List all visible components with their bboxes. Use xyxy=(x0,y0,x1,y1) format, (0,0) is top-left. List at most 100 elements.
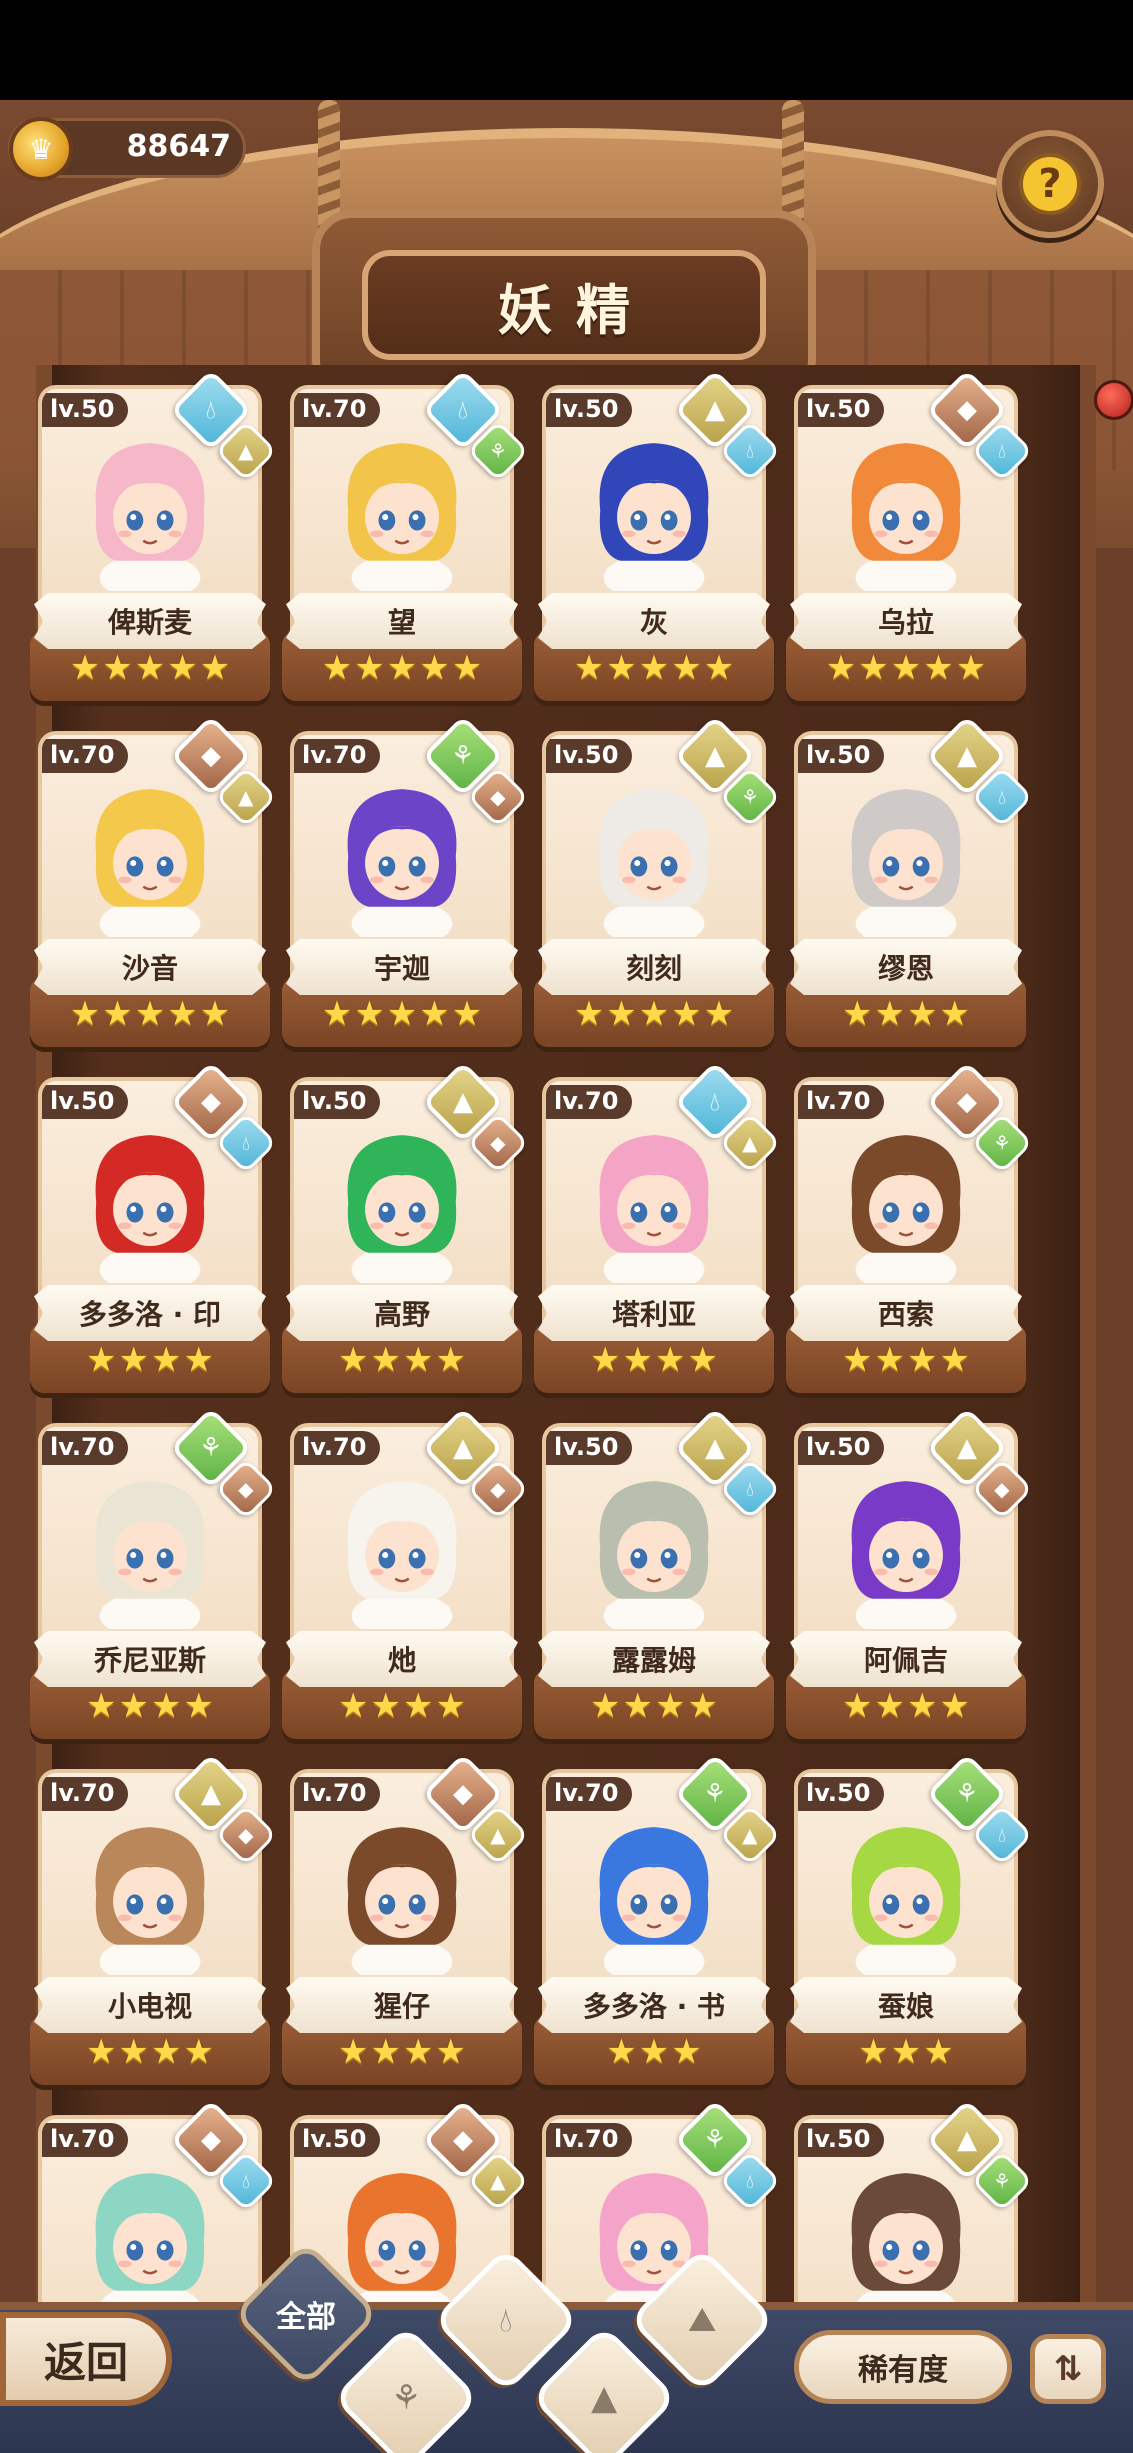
fairy-card[interactable]: lv.70 ⚘ ◆ 宇迦 ★ ★ ★ ★ ★ xyxy=(282,714,530,1053)
fairy-card[interactable]: lv.50 ◆ 💧︎ 乌拉 ★ ★ ★ ★ ★ xyxy=(786,368,1034,707)
fairy-card[interactable]: lv.50 💧︎ ▲ 俾斯麦 ★ ★ ★ ★ ★ xyxy=(30,368,278,707)
star-icon: ★ xyxy=(858,2032,889,2072)
crown-coin-icon: ♛ xyxy=(9,117,73,181)
star-icon: ★ xyxy=(321,648,353,688)
fairy-portrait xyxy=(851,443,961,591)
fairy-name: 乔尼亚斯 xyxy=(93,1644,206,1677)
fairy-name: 刻刻 xyxy=(625,952,682,985)
fairy-portrait xyxy=(599,443,709,591)
star-rating: ★ ★ ★ xyxy=(534,2027,774,2077)
star-icon: ★ xyxy=(451,994,483,1034)
star-icon: ★ xyxy=(939,1686,970,1726)
star-icon: ★ xyxy=(321,994,353,1034)
star-icon: ★ xyxy=(703,648,735,688)
fairy-name: 蚕娘 xyxy=(877,1990,934,2023)
fairy-card[interactable]: lv.50 ▲ ⚘ 刻刻 ★ ★ ★ ★ ★ xyxy=(534,714,782,1053)
star-rating: ★ ★ ★ ★ xyxy=(30,1335,270,1385)
star-rating: ★ ★ ★ ★ xyxy=(30,2027,270,2077)
star-icon: ★ xyxy=(638,648,670,688)
fairy-portrait xyxy=(599,1827,709,1975)
star-icon: ★ xyxy=(825,648,857,688)
star-rating: ★ ★ ★ ★ ★ xyxy=(282,989,522,1039)
star-icon: ★ xyxy=(573,648,605,688)
level-badge: lv.50 xyxy=(798,1431,885,1465)
back-button[interactable]: 返回 xyxy=(0,2312,172,2406)
star-icon: ★ xyxy=(419,994,450,1034)
fairy-card[interactable]: lv.50 ▲ 💧︎ 缪恩 ★ ★ ★ ★ xyxy=(786,714,1034,1053)
star-icon: ★ xyxy=(118,1686,149,1726)
star-icon: ★ xyxy=(338,1340,369,1380)
star-icon: ★ xyxy=(86,2032,117,2072)
fairy-portrait xyxy=(851,789,961,937)
name-ribbon: 宇迦 xyxy=(286,939,518,995)
fairy-portrait xyxy=(95,1827,205,1975)
fairy-card[interactable]: lv.50 ▲ 💧︎ 灰 ★ ★ ★ ★ ★ xyxy=(534,368,782,707)
fairy-name: 高野 xyxy=(373,1298,430,1331)
star-rating: ★ ★ ★ ★ ★ xyxy=(30,643,270,693)
fairy-card[interactable]: lv.70 💧︎ ▲ 塔利亚 ★ ★ ★ ★ xyxy=(534,1060,782,1399)
fairy-card[interactable]: lv.70 💧︎ ⚘ 望 ★ ★ ★ ★ ★ xyxy=(282,368,530,707)
name-ribbon: 塔利亚 xyxy=(538,1285,770,1341)
fairy-portrait xyxy=(95,2173,205,2321)
fairy-card[interactable]: lv.50 ▲ ◆ 高野 ★ ★ ★ ★ xyxy=(282,1060,530,1399)
peak-icon: ⛰︎ xyxy=(687,2300,717,2340)
star-icon: ★ xyxy=(451,648,483,688)
name-ribbon: 缪恩 xyxy=(790,939,1022,995)
level-badge: lv.70 xyxy=(294,1777,381,1811)
star-icon: ★ xyxy=(923,648,954,688)
star-icon: ★ xyxy=(435,1340,466,1380)
fairy-card[interactable]: lv.50 ▲ 💧︎ 露露姆 ★ ★ ★ ★ xyxy=(534,1406,782,1745)
fairy-card[interactable]: lv.70 ◆ ▲ 沙音 ★ ★ ★ ★ ★ xyxy=(30,714,278,1053)
star-icon: ★ xyxy=(655,1686,686,1726)
star-icon: ★ xyxy=(403,1686,434,1726)
star-rating: ★ ★ ★ ★ xyxy=(282,2027,522,2077)
name-ribbon: 蚕娘 xyxy=(790,1977,1022,2033)
fairy-portrait xyxy=(851,2173,961,2321)
fairy-portrait xyxy=(95,1135,205,1283)
star-icon: ★ xyxy=(687,1340,718,1380)
level-badge: lv.50 xyxy=(294,2123,381,2157)
fairy-portrait xyxy=(95,789,205,937)
fairy-card[interactable]: lv.70 ▲ ◆ 灺 ★ ★ ★ ★ xyxy=(282,1406,530,1745)
star-icon: ★ xyxy=(606,648,637,688)
fairy-portrait xyxy=(347,443,457,591)
name-ribbon: 西索 xyxy=(790,1285,1022,1341)
fairy-portrait xyxy=(347,789,457,937)
fairy-card[interactable]: lv.70 ◆ ⚘ 西索 ★ ★ ★ ★ xyxy=(786,1060,1034,1399)
star-icon: ★ xyxy=(370,2032,401,2072)
star-icon: ★ xyxy=(370,1340,401,1380)
fairy-name: 沙音 xyxy=(121,952,178,985)
star-icon: ★ xyxy=(386,994,418,1034)
star-rating: ★ ★ ★ ★ xyxy=(282,1681,522,1731)
fairy-portrait xyxy=(95,443,205,591)
fairy-card[interactable]: lv.70 ⚘ ◆ 乔尼亚斯 ★ ★ ★ ★ xyxy=(30,1406,278,1745)
fairy-portrait xyxy=(347,1827,457,1975)
fairy-name: 缪恩 xyxy=(877,952,934,985)
fairy-card[interactable]: lv.70 ◆ ▲ 猩仔 ★ ★ ★ ★ xyxy=(282,1752,530,2091)
star-icon: ★ xyxy=(842,1686,873,1726)
page-title: 妖精 xyxy=(498,278,654,342)
fairy-card[interactable]: lv.50 ⚘ 💧︎ 蚕娘 ★ ★ ★ xyxy=(786,1752,1034,2091)
star-icon: ★ xyxy=(939,994,970,1034)
star-icon: ★ xyxy=(134,648,166,688)
fairy-card[interactable]: lv.70 ▲ ◆ 小电视 ★ ★ ★ ★ xyxy=(30,1752,278,2091)
star-rating: ★ ★ ★ ★ ★ xyxy=(786,643,1026,693)
star-icon: ★ xyxy=(939,1340,970,1380)
coin-value: 88647 xyxy=(126,129,231,164)
star-rating: ★ ★ ★ ★ xyxy=(786,989,1026,1039)
star-icon: ★ xyxy=(842,994,873,1034)
fairy-card[interactable]: lv.50 ▲ ◆ 阿佩吉 ★ ★ ★ ★ xyxy=(786,1406,1034,1745)
sort-icon[interactable]: ⇅ xyxy=(1030,2334,1106,2404)
star-icon: ★ xyxy=(86,1686,117,1726)
fairy-portrait xyxy=(599,1135,709,1283)
star-icon: ★ xyxy=(118,2032,149,2072)
fairy-card[interactable]: lv.50 ◆ 💧︎ 多多洛 · 印 ★ ★ ★ ★ xyxy=(30,1060,278,1399)
star-icon: ★ xyxy=(655,1340,686,1380)
rarity-sort-button[interactable]: 稀有度 xyxy=(794,2330,1012,2404)
star-icon: ★ xyxy=(167,648,198,688)
fairy-card[interactable]: lv.70 ⚘ ▲ 多多洛 · 书 ★ ★ ★ xyxy=(534,1752,782,2091)
star-icon: ★ xyxy=(874,994,905,1034)
help-button[interactable]: ? xyxy=(996,130,1104,238)
star-icon: ★ xyxy=(907,994,938,1034)
level-badge: lv.50 xyxy=(798,2123,885,2157)
